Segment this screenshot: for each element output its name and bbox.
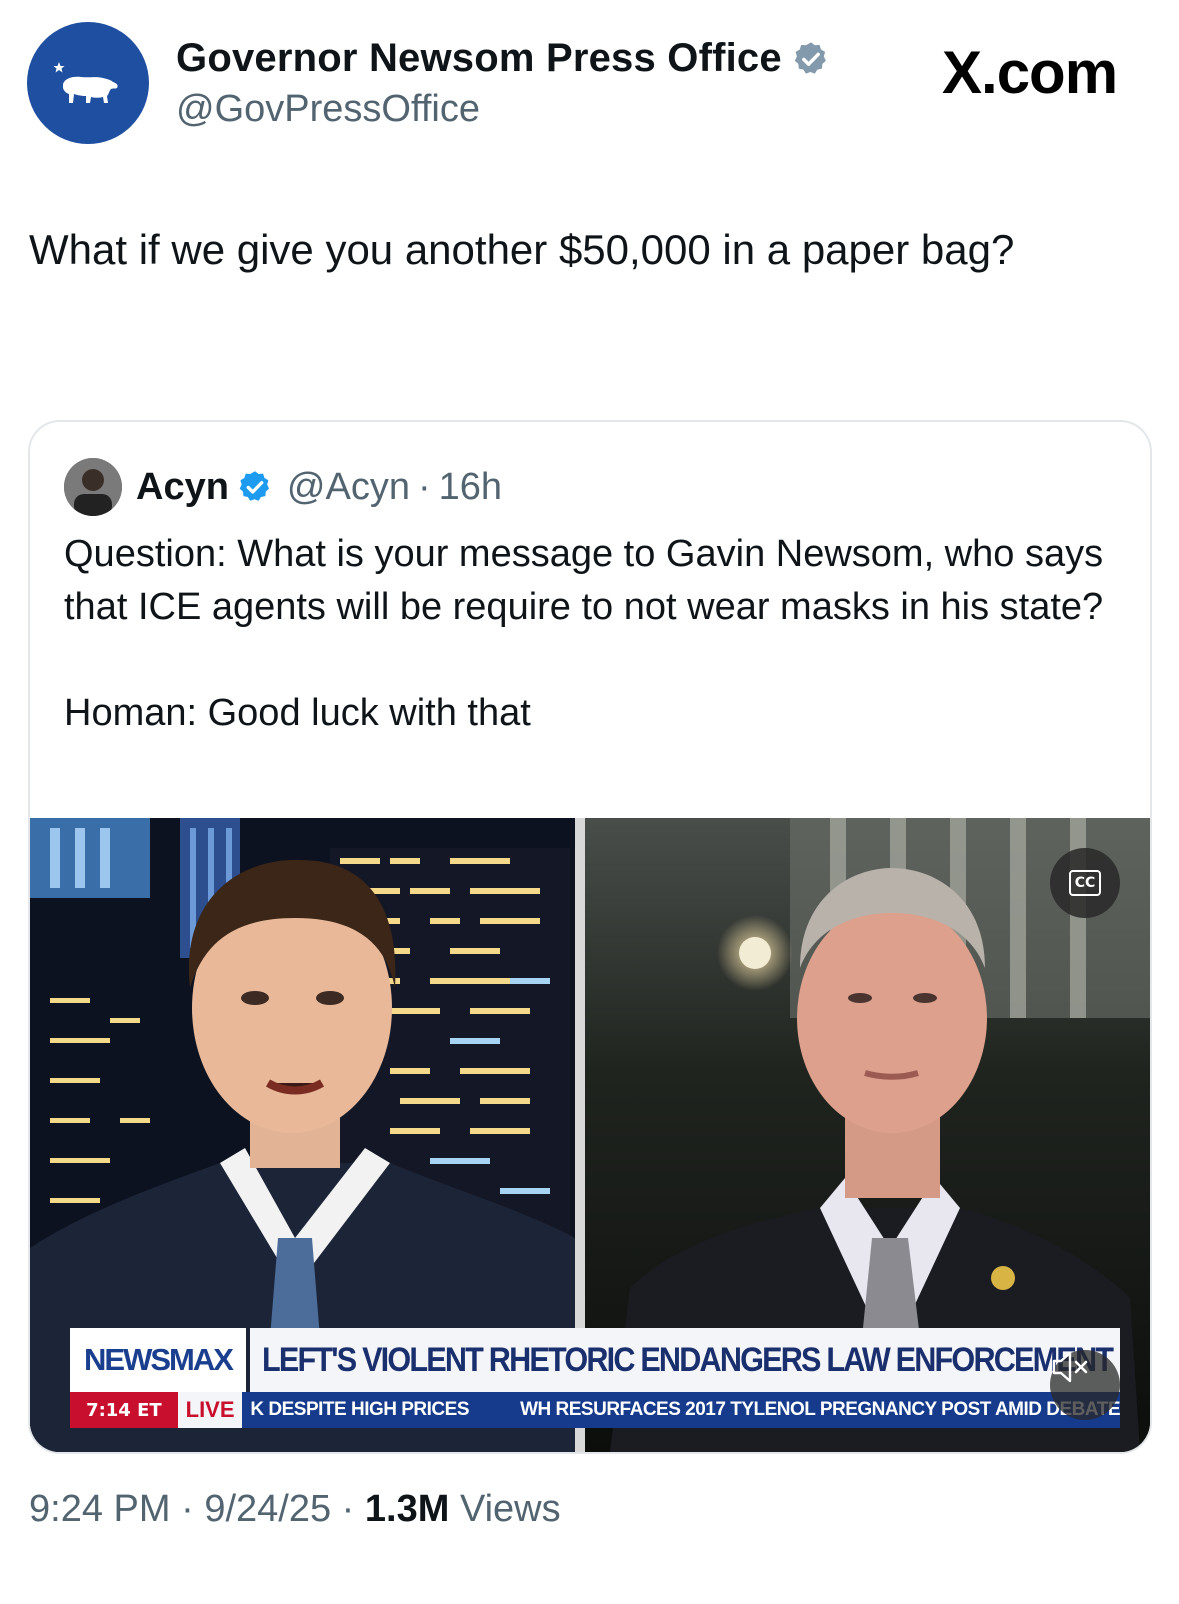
verified-badge-icon (239, 471, 270, 501)
quoted-tweet[interactable]: Acyn @Acyn · 16h Question: What is your … (28, 420, 1152, 1454)
closed-captions-button[interactable]: CC (1050, 848, 1120, 918)
ticker-time: 7:14 ET (70, 1392, 178, 1428)
quoted-author-name[interactable]: Acyn (136, 466, 229, 509)
verified-badge-icon (794, 41, 826, 74)
separator-dot: · (181, 1488, 194, 1530)
live-badge: LIVE (177, 1392, 243, 1428)
news-ticker: 7:14 ET LIVE K DESPITE HIGH PRICES WH RE… (70, 1392, 1120, 1428)
quoted-answer-text: Homan: Good luck with that (64, 692, 531, 734)
tweet-date[interactable]: 9/24/25 (204, 1488, 331, 1530)
tweet-text: What if we give you another $50,000 in a… (29, 226, 1015, 273)
views-label: Views (459, 1488, 561, 1530)
author-avatar[interactable] (27, 22, 149, 144)
tweet-time[interactable]: 9:24 PM (29, 1488, 171, 1530)
news-lower-third: NEWSMAX LEFT'S VIOLENT RHETORIC ENDANGER… (70, 1328, 1120, 1428)
author-name[interactable]: Governor Newsom Press Office (176, 36, 782, 81)
separator-dot: · (341, 1488, 355, 1530)
tweet-metadata: 9:24 PM · 9/24/25 · 1.3M Views (29, 1488, 561, 1531)
ticker-text-1: K DESPITE HIGH PRICES (250, 1399, 470, 1420)
video-player[interactable]: CC NEWSMAX LEFT'S VIOLENT RHETORIC ENDAN… (30, 818, 1150, 1452)
network-logo-box: NEWSMAX (70, 1328, 246, 1392)
separator-dot: · (417, 465, 431, 508)
quoted-question-text: Question: What is your message to Gavin … (64, 533, 1104, 628)
mute-button[interactable] (1050, 1350, 1120, 1420)
cc-icon: CC (1069, 870, 1101, 896)
headline-box: LEFT'S VIOLENT RHETORIC ENDANGERS LAW EN… (250, 1328, 1120, 1392)
news-headline: LEFT'S VIOLENT RHETORIC ENDANGERS LAW EN… (262, 1340, 1114, 1379)
quoted-tweet-text: Question: What is your message to Gavin … (64, 528, 1114, 740)
speaker-muted-icon (1052, 1351, 1088, 1383)
quoted-timestamp[interactable]: 16h (439, 466, 502, 509)
author-handle[interactable]: @GovPressOffice (176, 88, 480, 131)
tweet-header: Governor Newsom Press Office @GovPressOf… (0, 0, 1179, 160)
x-com-watermark: X.com (942, 39, 1118, 106)
california-bear-icon (53, 62, 118, 103)
ticker-text-2: WH RESURFACES 2017 TYLENOL PREGNANCY POS… (520, 1399, 1120, 1420)
views-count: 1.3M (364, 1488, 450, 1530)
quoted-author-avatar[interactable] (64, 458, 122, 516)
quoted-author-handle[interactable]: @Acyn (287, 466, 410, 509)
network-logo: NEWSMAX (84, 1342, 234, 1377)
person-avatar-icon (64, 458, 122, 516)
quoted-tweet-header: Acyn @Acyn · 16h (64, 458, 502, 516)
